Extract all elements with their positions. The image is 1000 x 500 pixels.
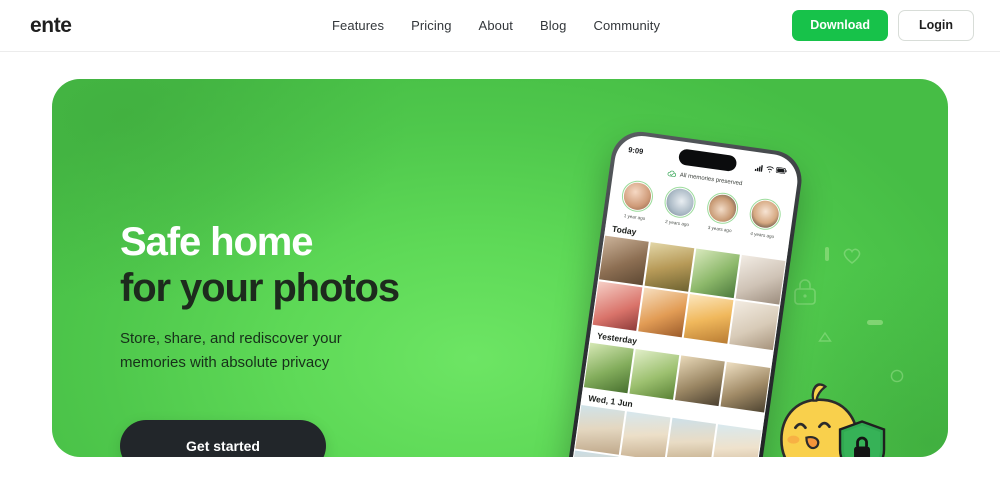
photo-thumbnail[interactable] (575, 404, 626, 456)
photo-thumbnail[interactable] (674, 355, 725, 406)
phone-mockup: 9:09 All memories preserved 1 year ago 2… (534, 79, 915, 457)
get-started-button[interactable]: Get started (120, 419, 326, 457)
photo-thumbnail[interactable] (598, 235, 650, 286)
photo-thumbnail[interactable] (735, 254, 786, 306)
nav-item-blog[interactable]: Blog (540, 18, 566, 33)
memory-thumbnail (707, 193, 738, 224)
nav-item-pricing[interactable]: Pricing (411, 18, 451, 33)
brand-logo[interactable]: ente (30, 14, 72, 38)
memory-ring (705, 190, 741, 226)
memory-item[interactable]: 4 years ago (745, 196, 785, 239)
memory-ring (619, 178, 655, 214)
preserved-text: All memories preserved (679, 171, 743, 187)
main-navigation: Features Pricing About Blog Community (332, 18, 660, 33)
status-icons (754, 163, 788, 174)
memory-item[interactable]: 1 year ago (617, 178, 657, 221)
photo-thumbnail[interactable] (711, 423, 762, 457)
nav-item-features[interactable]: Features (332, 18, 384, 33)
photo-thumbnail[interactable] (620, 411, 671, 457)
signal-icon (754, 164, 763, 172)
photo-thumbnail[interactable] (728, 300, 780, 351)
photo-thumbnail[interactable] (629, 349, 680, 400)
page-title: Safe home for your photos (120, 220, 400, 311)
wifi-icon (766, 165, 774, 172)
header-actions: Download Login (792, 10, 974, 41)
headline-line-1: Safe home (120, 220, 313, 264)
battery-icon (775, 167, 787, 174)
memory-item[interactable]: 2 years ago (660, 184, 700, 227)
memory-thumbnail (750, 199, 781, 230)
photo-thumbnail[interactable] (720, 362, 771, 413)
status-time: 9:09 (627, 144, 644, 156)
shield-lock-badge (837, 419, 887, 457)
memory-thumbnail (622, 181, 653, 212)
cloud-check-icon (668, 170, 677, 177)
phone-screen[interactable]: 9:09 All memories preserved 1 year ago 2… (565, 132, 801, 457)
nav-item-community[interactable]: Community (593, 18, 660, 33)
headline-line-2: for your photos (120, 265, 400, 310)
site-header: ente Features Pricing About Blog Communi… (0, 0, 1000, 52)
memory-ring (662, 184, 698, 220)
memory-item[interactable]: 3 years ago (702, 190, 742, 233)
circle-decoration-icon (890, 369, 904, 383)
login-button[interactable]: Login (897, 10, 974, 41)
phone-device: 9:09 All memories preserved 1 year ago 2… (560, 128, 806, 457)
photo-thumbnail[interactable] (644, 242, 695, 293)
hero-copy: Safe home for your photos Store, share, … (120, 220, 400, 457)
download-button[interactable]: Download (792, 10, 888, 41)
photo-thumbnail[interactable] (665, 417, 717, 457)
hero-card: Safe home for your photos Store, share, … (52, 79, 948, 457)
status-bar: 9:09 (616, 140, 800, 179)
photo-thumbnail[interactable] (689, 248, 740, 299)
memory-ring (747, 196, 783, 232)
photo-thumbnail[interactable] (637, 287, 689, 338)
photo-feed[interactable]: Today Yesterday Wed, 1 Jun (565, 217, 789, 457)
photo-thumbnail[interactable] (592, 281, 643, 332)
hero-subheadline: Store, share, and rediscover your memori… (120, 330, 342, 372)
memory-thumbnail (665, 187, 695, 218)
hero-section: Safe home for your photos Store, share, … (0, 52, 1000, 500)
nav-item-about[interactable]: About (479, 18, 513, 33)
photo-thumbnail[interactable] (583, 342, 635, 394)
photo-thumbnail[interactable] (683, 293, 734, 345)
